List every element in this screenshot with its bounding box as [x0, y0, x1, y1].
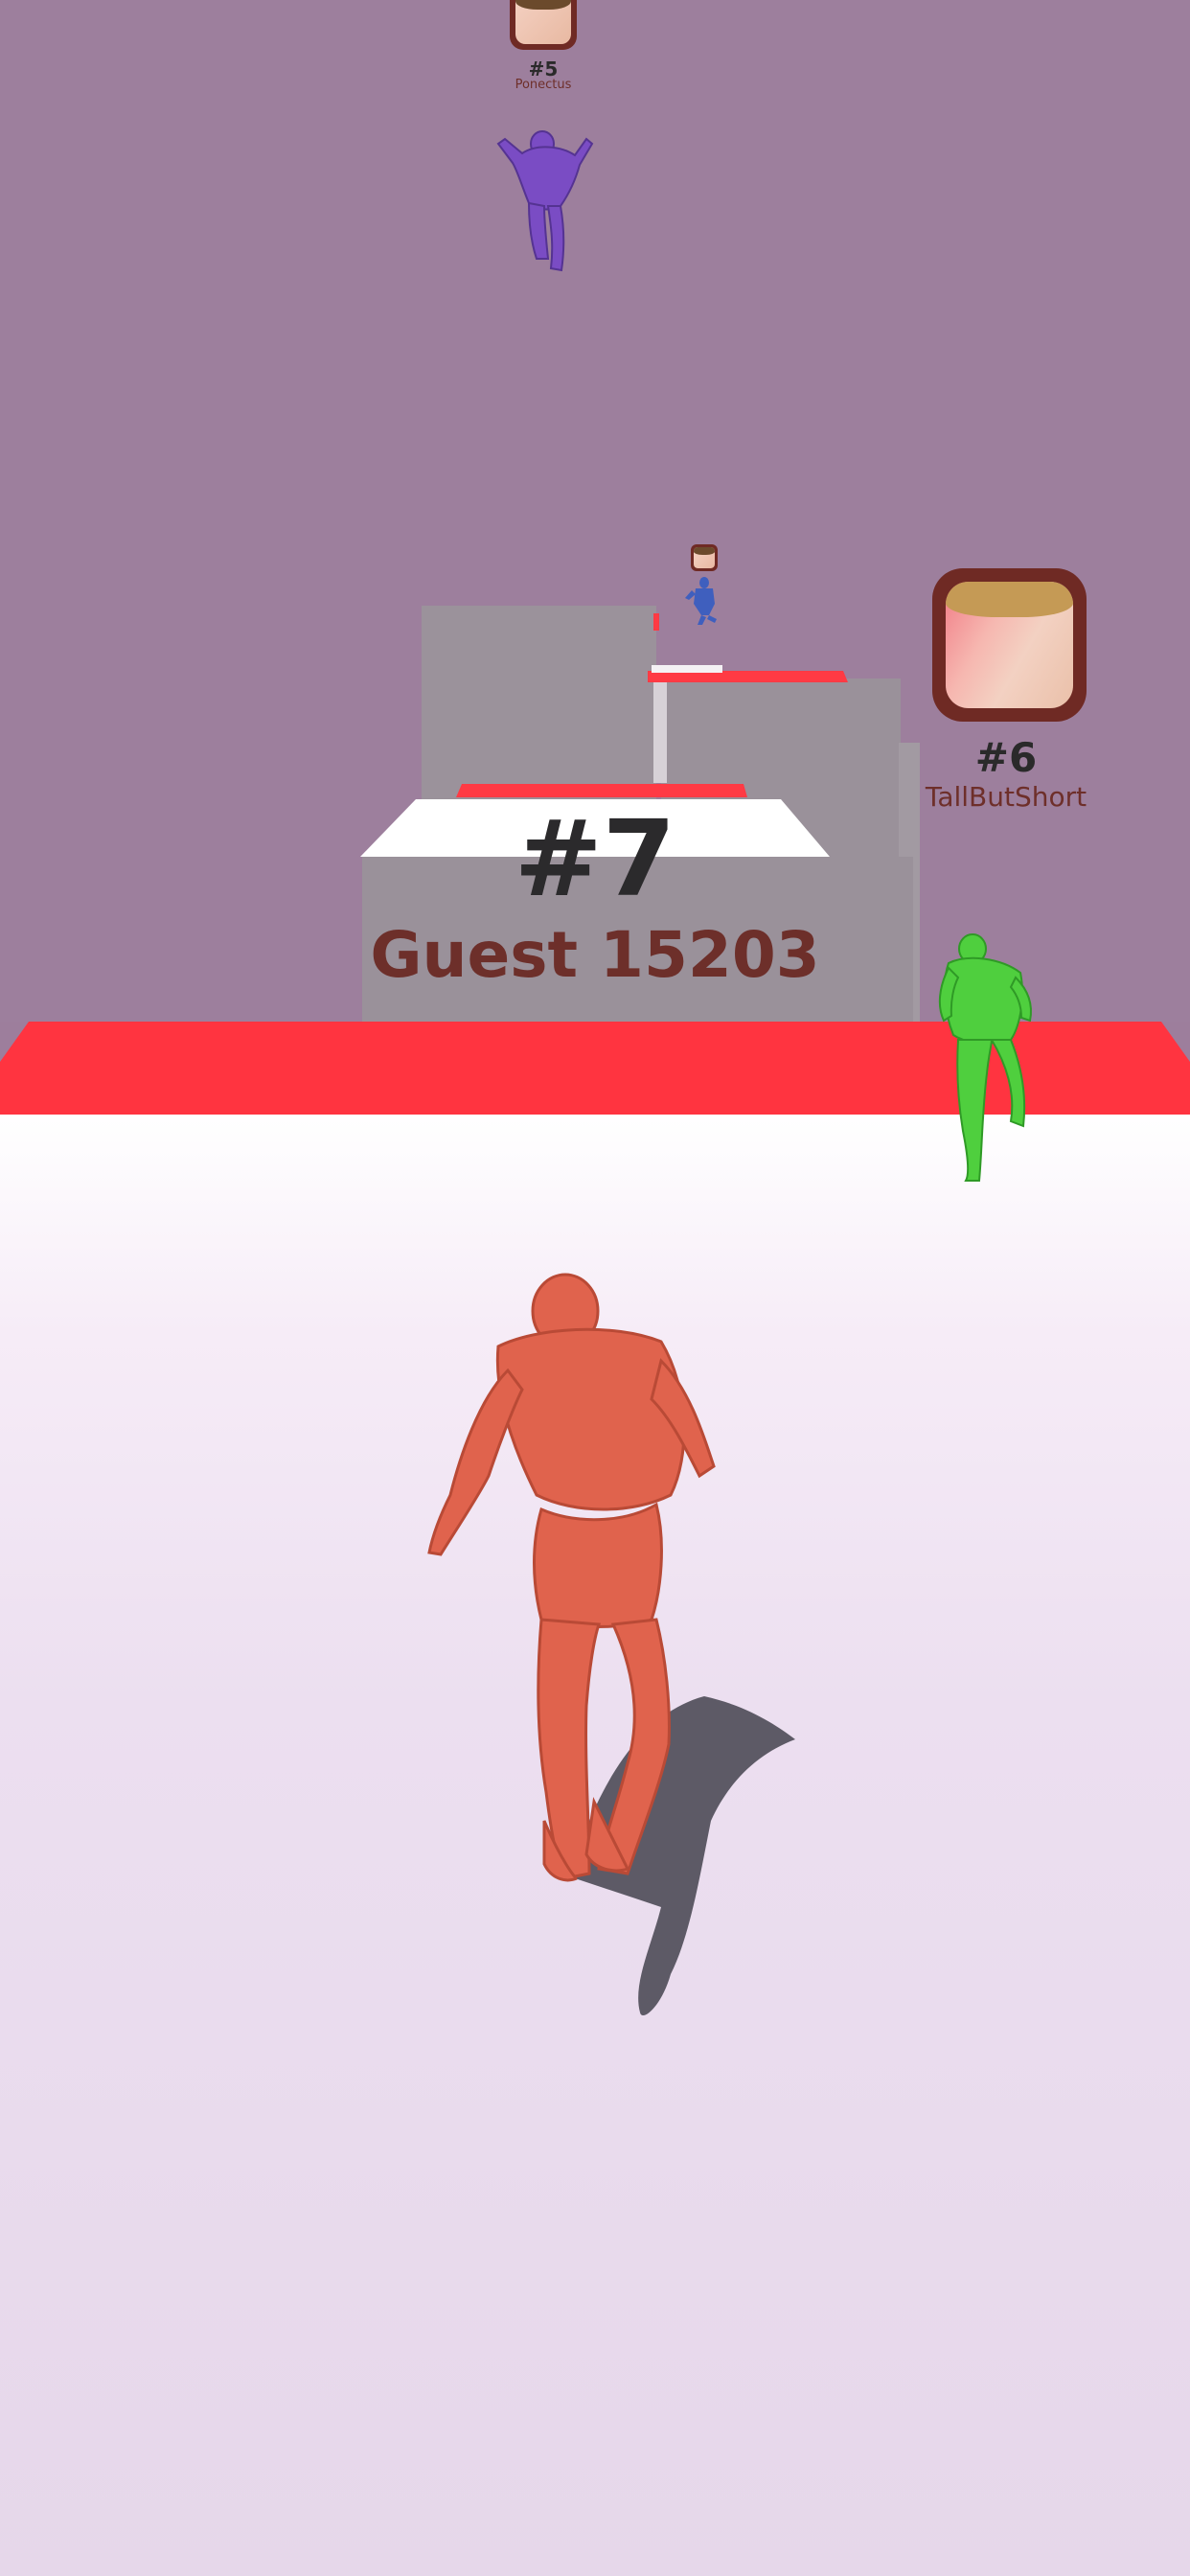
rival-top-avatar [510, 0, 577, 50]
rival-right-avatar [932, 568, 1087, 722]
game-scene[interactable]: #5 Ponectus #6 TallButShort #7 Guest 152… [0, 0, 1190, 2576]
rival-blue-character [685, 577, 717, 625]
rival-top-name: Ponectus [515, 78, 572, 92]
player-avatar-photo-icon [515, 0, 571, 44]
player-name: Guest 15203 [370, 918, 820, 992]
rival-right-rank: #6 [974, 734, 1038, 781]
player-avatar-photo-icon [693, 546, 716, 569]
rival-far-avatar [691, 544, 718, 571]
player-rank: #7 [514, 797, 676, 920]
player-avatar-photo-icon [946, 582, 1073, 708]
